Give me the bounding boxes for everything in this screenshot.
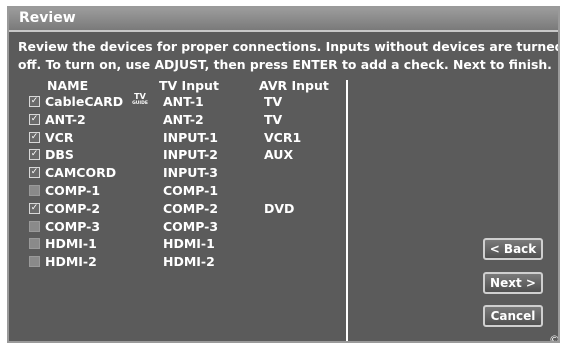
instructions: Review the devices for proper connection… [18,38,560,74]
checkbox-unchecked[interactable] [29,238,40,250]
device-row[interactable]: ✓ CAMCORD INPUT-3 [9,165,339,182]
column-header-tv-input: TV Input [159,78,219,93]
device-name: VCR [45,129,74,145]
device-row[interactable]: HDMI-2 HDMI-2 [9,254,339,271]
checkbox-unchecked[interactable] [29,256,40,268]
tv-guide-logo-bottom: GUIDE [132,101,148,106]
dialog-title: Review [19,10,76,26]
checkbox-checked[interactable]: ✓ [29,149,40,161]
tv-input-value: INPUT-3 [163,165,218,181]
device-name: ANT-2 [45,111,86,127]
cancel-button[interactable]: Cancel [483,305,543,327]
checkbox-checked[interactable]: ✓ [29,96,40,107]
tv-input-value: COMP-3 [163,218,219,234]
check-icon: ✓ [30,113,39,124]
checkbox-checked[interactable]: ✓ [29,131,40,143]
checkbox-checked[interactable]: ✓ [29,202,40,214]
tv-input-value: COMP-2 [163,200,219,216]
device-row[interactable]: COMP-3 COMP-3 [9,219,339,236]
device-name: CAMCORD [45,165,117,181]
next-button[interactable]: Next > [483,272,543,294]
checkbox-checked[interactable]: ✓ [29,113,40,125]
avr-input-value: AUX [264,147,294,163]
tv-input-value: ANT-1 [163,94,204,109]
instruction-line-2: off. To turn on, use ADJUST, then press … [18,57,552,72]
checkbox-unchecked[interactable] [29,220,40,232]
tv-guide-logo-top: TV [134,92,146,101]
back-button[interactable]: < Back [483,238,543,260]
tv-input-value: COMP-1 [163,183,219,198]
column-header-name: NAME [47,78,89,93]
check-icon: ✓ [30,167,39,178]
avr-input-value: TV [264,94,283,109]
tv-input-value: INPUT-2 [163,147,218,163]
avr-input-value: VCR1 [264,129,302,145]
device-row[interactable]: COMP-1 COMP-1 [9,183,339,200]
tv-input-value: HDMI-1 [163,236,215,252]
tv-input-value: HDMI-2 [163,254,215,270]
device-name: CableCARD [45,94,124,109]
device-name: COMP-2 [45,200,101,216]
column-header-avr-input: AVR Input [259,78,329,93]
device-row[interactable]: ✓ CableCARD TV GUIDE ANT-1 TV [9,92,339,111]
column-divider [346,80,348,341]
device-name: COMP-1 [45,183,101,198]
copyright-icon: © [549,333,560,343]
checkbox-checked[interactable]: ✓ [29,167,40,179]
avr-input-value: DVD [264,200,295,216]
device-row[interactable]: ✓ COMP-2 COMP-2 DVD [9,201,339,218]
tv-input-value: ANT-2 [163,111,204,127]
device-name: DBS [45,147,74,163]
check-icon: ✓ [30,149,39,160]
tv-guide-logo-icon: TV GUIDE [132,92,148,110]
check-icon: ✓ [30,131,39,142]
device-name: HDMI-1 [45,236,97,252]
check-icon: ✓ [30,96,39,106]
device-row[interactable]: HDMI-1 HDMI-1 [9,236,339,253]
check-icon: ✓ [30,202,39,213]
device-row[interactable]: ✓ ANT-2 ANT-2 TV [9,112,339,129]
review-dialog: Review Review the devices for proper con… [7,6,560,343]
tv-input-value: INPUT-1 [163,129,218,145]
checkbox-unchecked[interactable] [29,185,40,196]
device-row[interactable]: ✓ VCR INPUT-1 VCR1 [9,130,339,147]
title-bar: Review [9,8,558,32]
device-row[interactable]: ✓ DBS INPUT-2 AUX [9,147,339,164]
device-name: HDMI-2 [45,254,97,270]
avr-input-value: TV [264,111,283,127]
instruction-line-1: Review the devices for proper connection… [18,39,560,54]
device-name: COMP-3 [45,218,101,234]
